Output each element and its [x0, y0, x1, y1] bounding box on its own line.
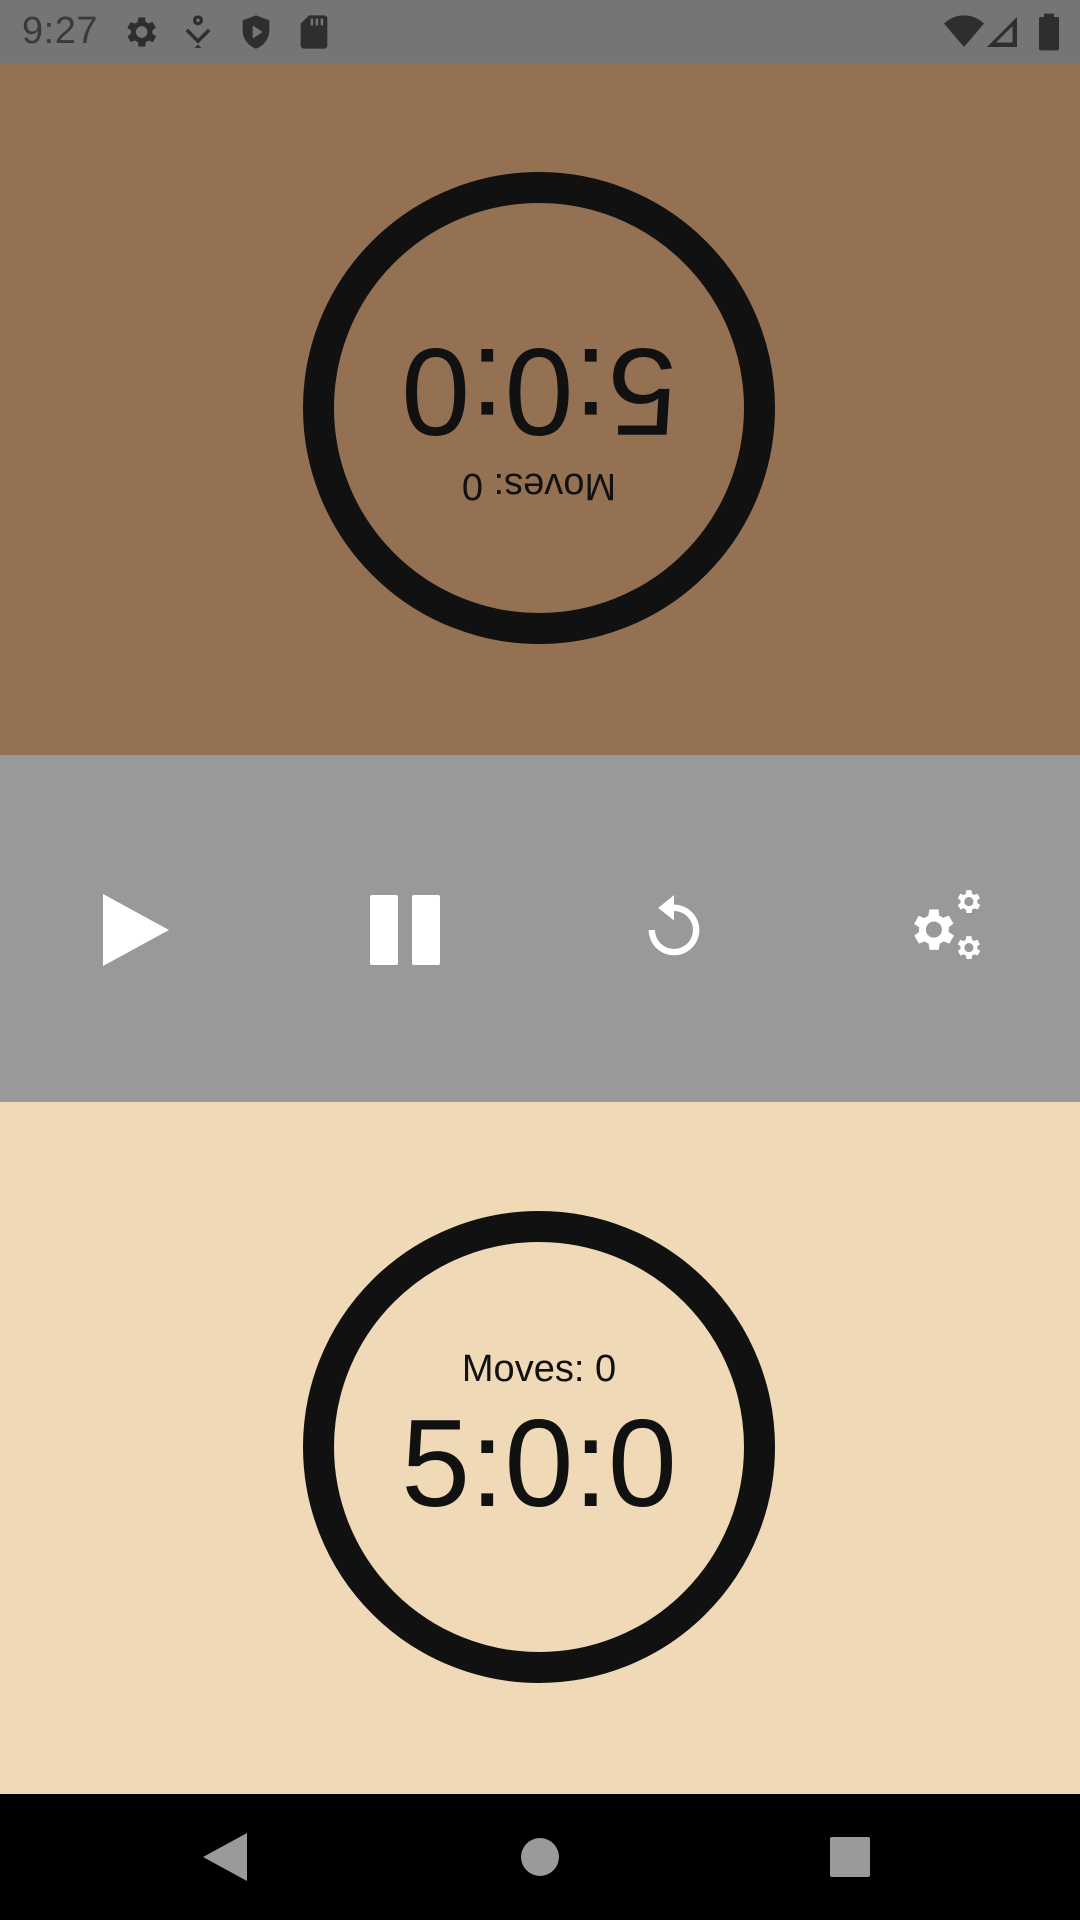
bottom-player-clock-face: Moves: 0 5:0:0	[334, 1242, 744, 1652]
top-player-moves: Moves: 0	[461, 465, 617, 507]
bottom-player-clock[interactable]: Moves: 0 5:0:0	[303, 1211, 775, 1683]
recents-button[interactable]	[815, 1822, 885, 1892]
home-button[interactable]	[505, 1822, 575, 1892]
settings-gear-icon	[120, 12, 160, 52]
home-icon	[521, 1838, 559, 1876]
recents-icon	[830, 1837, 870, 1877]
reset-button[interactable]	[624, 880, 724, 980]
download-notification-icon	[178, 12, 218, 52]
top-player-time: 5:0:0	[401, 322, 677, 460]
bottom-player-time: 5:0:0	[401, 1395, 677, 1533]
back-icon	[203, 1833, 247, 1881]
status-time: 9:27	[22, 10, 98, 52]
settings-icon	[914, 890, 981, 960]
status-bar: 9:27	[0, 0, 1080, 63]
play-icon	[103, 894, 169, 966]
chess-clock-screen: 9:27 Moves: 0 5:0:0 Moves: 0 5:0:0	[0, 0, 1080, 1920]
signal-icon	[984, 12, 1020, 52]
shield-play-icon	[236, 12, 276, 52]
back-button[interactable]	[190, 1822, 260, 1892]
top-player-panel[interactable]: Moves: 0 5:0:0	[0, 63, 1080, 755]
settings-button[interactable]	[895, 880, 995, 980]
pause-button[interactable]	[355, 880, 455, 980]
navigation-bar	[0, 1794, 1080, 1920]
controls-bar	[0, 755, 1080, 1102]
bottom-player-panel[interactable]: Moves: 0 5:0:0	[0, 1102, 1080, 1794]
bottom-player-moves: Moves: 0	[461, 1348, 617, 1390]
top-player-clock-face: Moves: 0 5:0:0	[334, 203, 744, 613]
sd-card-icon	[294, 12, 334, 52]
top-player-clock[interactable]: Moves: 0 5:0:0	[303, 172, 775, 644]
wifi-icon	[942, 12, 986, 52]
battery-icon	[1034, 12, 1064, 52]
pause-icon	[370, 895, 440, 965]
reset-icon	[648, 895, 700, 956]
play-button[interactable]	[86, 880, 186, 980]
